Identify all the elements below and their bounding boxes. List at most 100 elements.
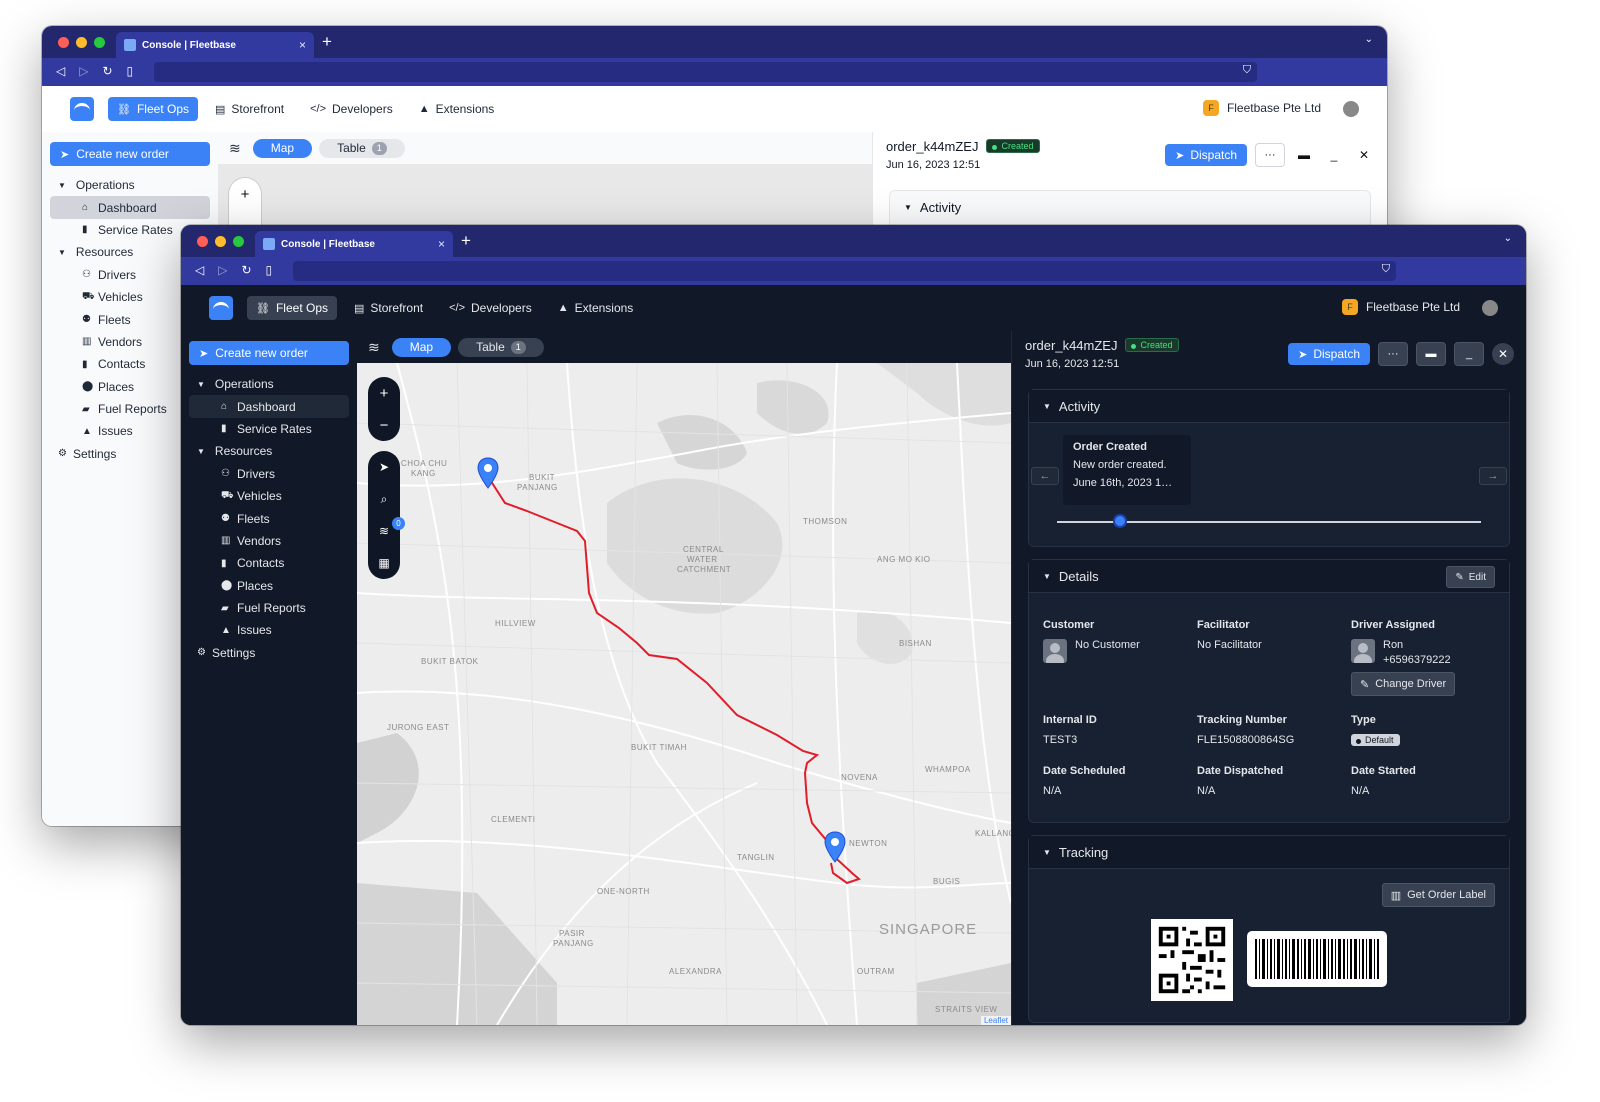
nav-extensions[interactable]: ▲Extensions: [410, 97, 504, 121]
nav-developers[interactable]: </>Developers: [301, 97, 402, 121]
window-controls: [58, 37, 105, 48]
sidebar-item-fuel-reports[interactable]: ▰Fuel Reports: [189, 597, 349, 619]
sidebar-item-vehicles[interactable]: ⛟Vehicles: [189, 485, 349, 507]
nav-storefront[interactable]: ▤Storefront: [345, 296, 432, 320]
layers-icon[interactable]: ≋: [368, 339, 380, 356]
map-label: CATCHMENT: [677, 565, 731, 574]
address-bar[interactable]: [293, 261, 1396, 281]
map-attribution[interactable]: Leaflet: [981, 1016, 1011, 1025]
new-tab-icon[interactable]: +: [322, 32, 332, 52]
map-view[interactable]: CHOA CHU KANG BUKIT PANJANG THOMSON CENT…: [357, 363, 1011, 1025]
tab-table[interactable]: Table1: [458, 338, 544, 357]
create-order-label: Create new order: [76, 147, 169, 161]
back-icon[interactable]: ◁: [195, 263, 204, 277]
tab-list-icon[interactable]: ⌄: [1365, 34, 1373, 45]
bookmark-icon[interactable]: ▯: [127, 64, 134, 78]
user-avatar[interactable]: [1343, 101, 1359, 117]
sidebar-group-resources[interactable]: ▼Resources: [181, 440, 357, 462]
tracking-header[interactable]: ▼Tracking: [1029, 836, 1509, 869]
layers-icon[interactable]: ≋: [229, 140, 241, 157]
minimize-icon[interactable]: _: [1454, 342, 1484, 366]
fleetbase-logo-icon[interactable]: [209, 296, 233, 320]
close-icon[interactable]: ✕: [1353, 144, 1375, 166]
timeline-knob[interactable]: [1113, 514, 1127, 528]
pickup-marker-icon[interactable]: [477, 457, 499, 489]
close-window-icon[interactable]: [197, 236, 208, 247]
maximize-window-icon[interactable]: [94, 37, 105, 48]
layers-icon[interactable]: ≋0: [368, 515, 400, 547]
create-order-button[interactable]: ➤Create new order: [50, 142, 210, 166]
user-avatar[interactable]: [1482, 300, 1498, 316]
maximize-window-icon[interactable]: [233, 236, 244, 247]
more-options-button[interactable]: ···: [1255, 143, 1285, 167]
fleetbase-logo-icon[interactable]: [70, 97, 94, 121]
nav-fleet-ops[interactable]: ⛓Fleet Ops: [108, 97, 198, 121]
new-tab-icon[interactable]: +: [461, 231, 471, 251]
browser-tab[interactable]: Console | Fleetbase ×: [255, 231, 453, 257]
minimize-window-icon[interactable]: [215, 236, 226, 247]
sidebar-item-dashboard[interactable]: ⌂Dashboard: [189, 395, 349, 417]
tab-table[interactable]: Table1: [319, 139, 405, 158]
minimize-window-icon[interactable]: [76, 37, 87, 48]
forward-icon[interactable]: ▷: [79, 64, 88, 78]
get-order-label-button[interactable]: ▥Get Order Label: [1382, 883, 1495, 907]
activity-next-button[interactable]: →: [1479, 467, 1507, 485]
map-icon[interactable]: ▦: [368, 547, 400, 579]
sidebar-item-issues[interactable]: ▲Issues: [189, 619, 349, 641]
brave-shield-icon[interactable]: ⛉: [1243, 64, 1251, 77]
details-header[interactable]: ▼Details ✎Edit: [1029, 560, 1509, 593]
activity-prev-button[interactable]: ←: [1031, 467, 1059, 485]
sidebar-item-dashboard[interactable]: ⌂Dashboard: [50, 196, 210, 218]
more-options-button[interactable]: ···: [1378, 342, 1408, 366]
zoom-in-icon[interactable]: +: [368, 377, 400, 409]
address-bar[interactable]: [154, 62, 1257, 82]
sidebar-group-operations[interactable]: ▼Operations: [42, 174, 218, 196]
sidebar-item-settings[interactable]: ⚙Settings: [181, 642, 357, 664]
sidebar-item-fleets[interactable]: ⚉Fleets: [189, 507, 349, 529]
sidebar-item-contacts[interactable]: ▮Contacts: [189, 552, 349, 574]
sidebar-item-places[interactable]: ⬤Places: [189, 575, 349, 597]
forward-icon[interactable]: ▷: [218, 263, 227, 277]
activity-card: ▼Activity Order Created New order create…: [1028, 389, 1510, 547]
reload-icon[interactable]: ↻: [102, 64, 112, 78]
nav-developers[interactable]: </>Developers: [440, 296, 541, 320]
browser-tab[interactable]: Console | Fleetbase ×: [116, 32, 314, 58]
sidebar-item-vendors[interactable]: ▥Vendors: [189, 530, 349, 552]
tab-map[interactable]: Map: [253, 139, 312, 158]
back-icon[interactable]: ◁: [56, 64, 65, 78]
minimize-icon[interactable]: _: [1323, 144, 1345, 166]
window-icon[interactable]: ▬: [1416, 342, 1446, 366]
dispatch-button[interactable]: ➤Dispatch: [1288, 343, 1370, 365]
brave-shield-icon[interactable]: ⛉: [1382, 263, 1390, 276]
search-icon[interactable]: ⌕: [368, 483, 400, 515]
tab-map[interactable]: Map: [392, 338, 451, 357]
sidebar-item-drivers[interactable]: ⚇Drivers: [189, 463, 349, 485]
bookmark-icon[interactable]: ▯: [266, 263, 273, 277]
zoom-in-icon[interactable]: +: [229, 178, 261, 210]
org-switcher[interactable]: FFleetbase Pte Ltd: [1203, 100, 1321, 116]
close-window-icon[interactable]: [58, 37, 69, 48]
sidebar-group-operations[interactable]: ▼Operations: [181, 373, 357, 395]
nav-fleet-ops[interactable]: ⛓Fleet Ops: [247, 296, 337, 320]
edit-details-button[interactable]: ✎Edit: [1446, 566, 1495, 588]
nav-storefront[interactable]: ▤Storefront: [206, 97, 293, 121]
window-icon[interactable]: ▬: [1293, 144, 1315, 166]
nav-extensions[interactable]: ▲Extensions: [549, 296, 643, 320]
org-switcher[interactable]: FFleetbase Pte Ltd: [1342, 299, 1460, 315]
dropoff-marker-icon[interactable]: [824, 831, 846, 863]
activity-header[interactable]: ▼Activity: [890, 191, 1370, 223]
paper-plane-icon[interactable]: ➤: [368, 451, 400, 483]
close-tab-icon[interactable]: ×: [438, 237, 445, 251]
create-order-button[interactable]: ➤Create new order: [189, 341, 349, 365]
change-driver-button[interactable]: ✎Change Driver: [1351, 672, 1455, 696]
sidebar-item-service-rates[interactable]: ▮Service Rates: [189, 418, 349, 440]
activity-event[interactable]: Order Created New order created. June 16…: [1063, 435, 1191, 505]
reload-icon[interactable]: ↻: [241, 263, 251, 277]
tab-list-icon[interactable]: ⌄: [1504, 233, 1512, 244]
paper-plane-icon: ➤: [1175, 149, 1184, 162]
dispatch-button[interactable]: ➤Dispatch: [1165, 144, 1247, 166]
close-tab-icon[interactable]: ×: [299, 38, 306, 52]
close-icon[interactable]: ✕: [1492, 343, 1514, 365]
activity-header[interactable]: ▼Activity: [1029, 390, 1509, 423]
zoom-out-icon[interactable]: −: [368, 409, 400, 441]
